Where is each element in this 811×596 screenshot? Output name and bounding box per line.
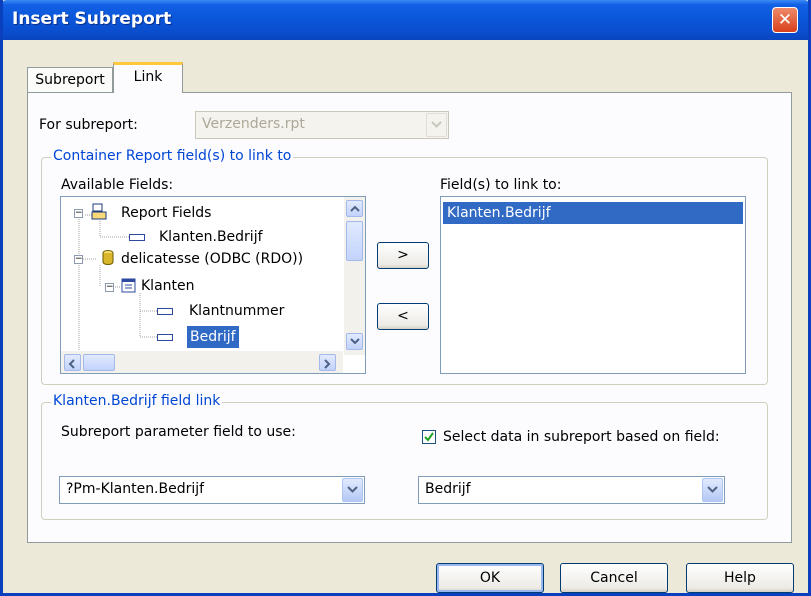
scroll-up-icon[interactable] [346,200,363,217]
select-field-value: Bedrijf [425,481,471,497]
checkmark-icon [424,432,434,442]
help-button[interactable]: Help [686,563,794,593]
report-fields-icon [91,203,107,220]
table-icon [121,278,136,293]
linked-field-item[interactable]: Klanten.Bedrijf [443,202,743,224]
select-field-select[interactable]: Bedrijf [418,476,725,504]
linked-fields-list[interactable]: Klanten.Bedrijf [440,196,746,374]
scroll-left-icon[interactable] [64,354,81,371]
ok-button[interactable]: OK [436,563,544,593]
tab-link[interactable]: Link [113,62,183,93]
collapse-toggle[interactable]: − [74,255,83,264]
for-subreport-select: Verzenders.rpt [195,111,449,139]
field-icon [129,234,145,241]
cancel-button[interactable]: Cancel [560,563,668,593]
container-group-label: Container Report field(s) to link to [51,148,294,164]
select-data-checkbox[interactable] [422,430,436,444]
tree-item-klanten[interactable]: Klanten [141,275,195,297]
add-link-button[interactable]: > [377,242,429,269]
select-data-label: Select data in subreport based on field: [443,429,720,445]
for-subreport-label: For subreport: [39,117,138,133]
field-icon [157,308,173,315]
remove-link-button[interactable]: < [377,303,429,330]
tree-item-report-fields[interactable]: Report Fields [121,202,211,224]
tree-item-bedrijf[interactable]: Bedrijf [187,326,239,348]
collapse-toggle[interactable]: − [105,283,114,292]
tree-vertical-scrollbar[interactable] [344,197,365,355]
scroll-right-icon[interactable] [319,354,336,371]
collapse-toggle[interactable]: − [74,209,83,218]
chevron-down-icon [426,113,447,137]
tree-item-delicatesse[interactable]: delicatesse (ODBC (RDO)) [121,248,303,270]
field-icon [157,334,173,341]
param-field-value: ?Pm-Klanten.Bedrijf [66,481,205,497]
scroll-thumb-horizontal[interactable] [83,354,115,371]
available-fields-label: Available Fields: [61,177,174,193]
chevron-down-icon[interactable] [702,478,723,502]
close-button[interactable]: ✕ [772,7,798,33]
tree-item-klantnummer[interactable]: Klantnummer [189,300,284,322]
scroll-thumb[interactable] [346,221,363,261]
tab-subreport[interactable]: Subreport [27,67,113,93]
insert-subreport-dialog: Insert Subreport ✕ Subreport Link For su… [0,0,811,596]
param-field-select[interactable]: ?Pm-Klanten.Bedrijf [59,476,365,504]
available-fields-tree[interactable]: − Report Fields Klanten.Bedrijf − delica… [60,196,366,374]
scroll-down-icon[interactable] [346,333,363,350]
database-icon [102,250,114,265]
tree-item-klanten-bedrijf[interactable]: Klanten.Bedrijf [159,226,263,248]
param-field-label: Subreport parameter field to use: [61,424,296,440]
tree-horizontal-scrollbar[interactable] [61,351,343,373]
for-subreport-value: Verzenders.rpt [202,116,305,132]
close-icon: ✕ [777,10,793,30]
dialog-title: Insert Subreport [12,9,172,29]
title-bar: Insert Subreport ✕ [3,0,808,40]
chevron-down-icon[interactable] [342,478,363,502]
field-link-group-label: Klanten.Bedrijf field link [51,393,223,409]
link-to-label: Field(s) to link to: [440,177,562,193]
